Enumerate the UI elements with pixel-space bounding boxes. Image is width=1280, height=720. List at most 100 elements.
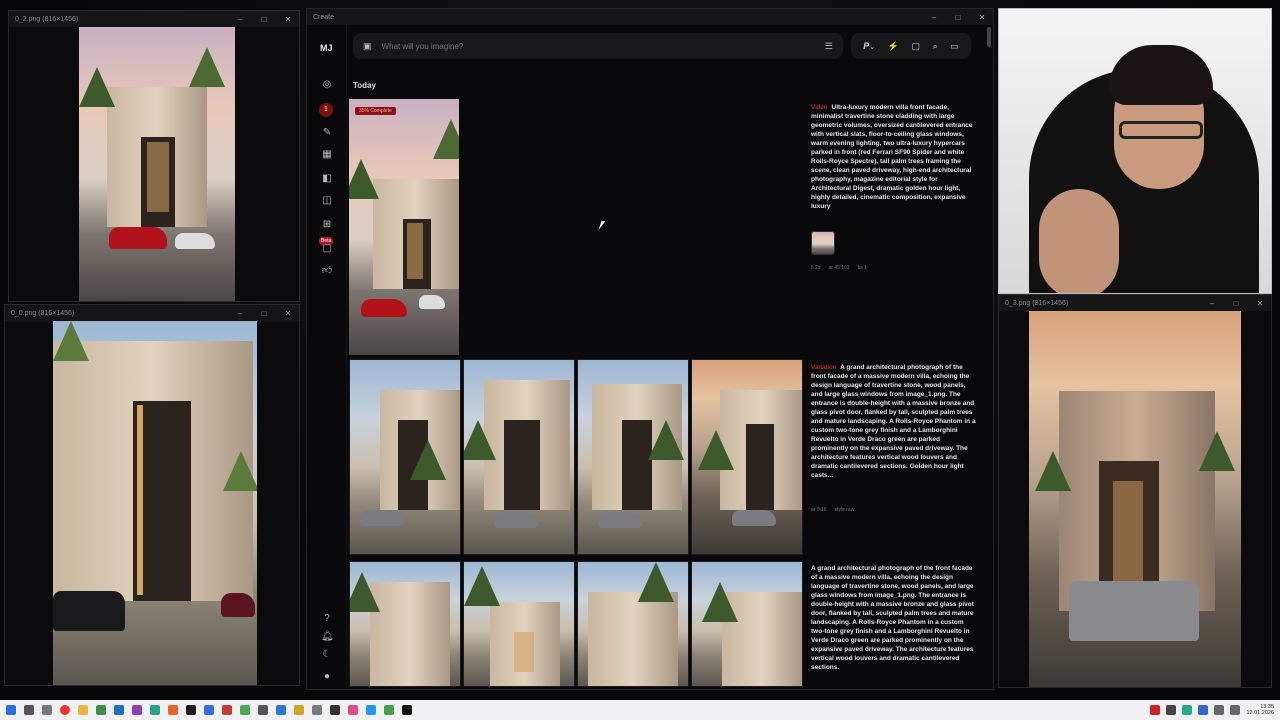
close-icon[interactable]: ✕ <box>283 15 293 24</box>
app-icon[interactable] <box>366 705 376 715</box>
titlebar[interactable]: 0_0.png (816×1456) – □ ✕ <box>5 305 299 321</box>
job2-prompt[interactable]: Variation A grand architectural photograp… <box>811 363 977 480</box>
job1-prompt-text: Ultra-luxury modern villa front facade, … <box>811 104 973 210</box>
minimize-icon[interactable]: – <box>235 309 245 318</box>
profile-button[interactable]: P⌄ <box>863 41 875 51</box>
bolt-icon[interactable]: ⚡ <box>888 41 899 52</box>
job1-meta: 5.2s ar 45:103 bs 1 <box>811 265 867 271</box>
app-icon[interactable] <box>348 705 358 715</box>
tray-icon[interactable] <box>1182 705 1193 715</box>
organize-icon[interactable]: ▦ <box>321 149 333 161</box>
grid-image[interactable] <box>349 561 461 687</box>
prompt-input[interactable] <box>381 41 815 51</box>
maximize-icon[interactable]: □ <box>259 309 269 318</box>
close-icon[interactable]: ✕ <box>977 13 987 22</box>
taskbar: 13:35 12.01.2026 <box>0 700 1280 720</box>
titlebar[interactable]: 0_3.png (816×1456) – □ ✕ <box>999 295 1271 311</box>
app-icon[interactable] <box>114 705 124 715</box>
tray-icon[interactable] <box>1198 705 1209 715</box>
wifi-icon[interactable] <box>1214 705 1225 715</box>
app-icon[interactable] <box>276 705 286 715</box>
maximize-icon[interactable]: □ <box>1231 299 1241 308</box>
close-icon[interactable]: ✕ <box>1255 299 1265 308</box>
clock[interactable]: 13:35 12.01.2026 <box>1246 704 1274 717</box>
maximize-icon[interactable]: □ <box>953 13 963 22</box>
chrome-icon[interactable] <box>60 705 70 715</box>
search-icon[interactable]: ⌕ <box>933 41 938 52</box>
image-viewer-window-right[interactable]: 0_3.png (816×1456) – □ ✕ <box>998 294 1272 688</box>
app-icon[interactable] <box>258 705 268 715</box>
notification-badge[interactable]: 1 <box>319 103 333 117</box>
moon-icon[interactable]: ☾ <box>321 649 333 661</box>
grid-image[interactable] <box>577 561 689 687</box>
app-icon[interactable] <box>132 705 142 715</box>
taskview-icon[interactable] <box>42 705 52 715</box>
webcam-feed <box>998 8 1272 294</box>
bell-icon[interactable]: 🔔︎ <box>321 631 334 643</box>
app-icon[interactable] <box>222 705 232 715</box>
meta-item: bs 1 <box>857 265 868 271</box>
create-icon[interactable]: ✎ <box>321 127 333 139</box>
avatar-icon[interactable]: ● <box>321 671 333 683</box>
job1-tag: Video <box>811 104 828 111</box>
chat-icon[interactable]: ▢ <box>321 243 333 255</box>
prompt-bar[interactable]: ▣ ☰ <box>353 33 843 59</box>
chevron-down-icon: ⌄ <box>869 44 876 51</box>
mj-logo[interactable]: MJ <box>320 43 333 53</box>
app-icon[interactable] <box>150 705 160 715</box>
job3-prompt[interactable]: A grand architectural photograph of the … <box>811 564 977 686</box>
top-toolbar: P⌄ ⚡ ▢ ⌕ ▭ <box>851 33 971 59</box>
grid-image[interactable] <box>691 359 803 555</box>
titlebar[interactable]: Create – □ ✕ <box>307 9 993 25</box>
app-icon[interactable] <box>204 705 214 715</box>
chat-icon[interactable]: ▢ <box>912 41 921 52</box>
maximize-icon[interactable]: □ <box>259 15 269 24</box>
scrollbar[interactable] <box>987 27 991 47</box>
titlebar[interactable]: 0_2.png (816×1456) – □ ✕ <box>9 11 299 27</box>
image-viewer-window-bottom[interactable]: 0_0.png (816×1456) – □ ✕ <box>4 304 300 686</box>
settings-sliders-icon[interactable]: ☰ <box>825 41 833 52</box>
explorer-icon[interactable] <box>78 705 88 715</box>
minimize-icon[interactable]: – <box>235 15 245 24</box>
grid-image[interactable] <box>577 359 689 555</box>
app-icon[interactable] <box>186 705 196 715</box>
villa-photo <box>1029 311 1241 687</box>
video-preview[interactable]: 35% Complete <box>349 99 459 355</box>
minimize-icon[interactable]: – <box>1207 299 1217 308</box>
grid-image[interactable] <box>463 561 575 687</box>
minimize-icon[interactable]: – <box>929 13 939 22</box>
app-icon[interactable] <box>384 705 394 715</box>
job1-prompt[interactable]: Video Ultra-luxury modern villa front fac… <box>811 103 977 211</box>
help-icon[interactable]: ? <box>321 613 333 625</box>
close-icon[interactable]: ✕ <box>283 309 293 318</box>
app-icon[interactable] <box>330 705 340 715</box>
search-icon[interactable] <box>24 705 34 715</box>
app-icon[interactable] <box>294 705 304 715</box>
thumbs-up-icon[interactable]: 👍︎ <box>321 265 333 277</box>
meta-item: ar 45:103 <box>828 265 850 271</box>
app-icon[interactable] <box>240 705 250 715</box>
explore-icon[interactable]: ◎ <box>321 79 333 91</box>
folder-icon[interactable]: ▭ <box>950 41 959 52</box>
grid-image[interactable] <box>349 359 461 555</box>
moodboard-icon[interactable]: ⊞ <box>321 219 333 231</box>
volume-icon[interactable] <box>1230 705 1241 715</box>
app-icon[interactable] <box>312 705 322 715</box>
grid-image[interactable] <box>691 561 803 687</box>
app-icon[interactable] <box>402 705 412 715</box>
start-icon[interactable] <box>6 705 16 715</box>
tray-icon[interactable] <box>1150 705 1161 715</box>
tray-icon[interactable] <box>1166 705 1177 715</box>
app-icon[interactable] <box>96 705 106 715</box>
clock-date: 12.01.2026 <box>1246 710 1274 716</box>
app-icon[interactable] <box>168 705 178 715</box>
image-icon[interactable]: ▣ <box>363 41 372 52</box>
personalize-icon[interactable]: ◫ <box>321 195 333 207</box>
grid-image[interactable] <box>463 359 575 555</box>
image-viewer-window-top[interactable]: 0_2.png (816×1456) – □ ✕ <box>8 10 300 302</box>
midjourney-window[interactable]: Create – □ ✕ MJ ◎ 1 ✎ ▦ ◧ ◫ ⊞ Beta ▢ 👍︎ ? … <box>306 8 994 690</box>
edit-icon[interactable]: ◧ <box>321 173 333 185</box>
villa-photo <box>79 27 235 301</box>
glasses <box>1119 121 1203 139</box>
reference-thumbnail[interactable] <box>811 231 835 255</box>
